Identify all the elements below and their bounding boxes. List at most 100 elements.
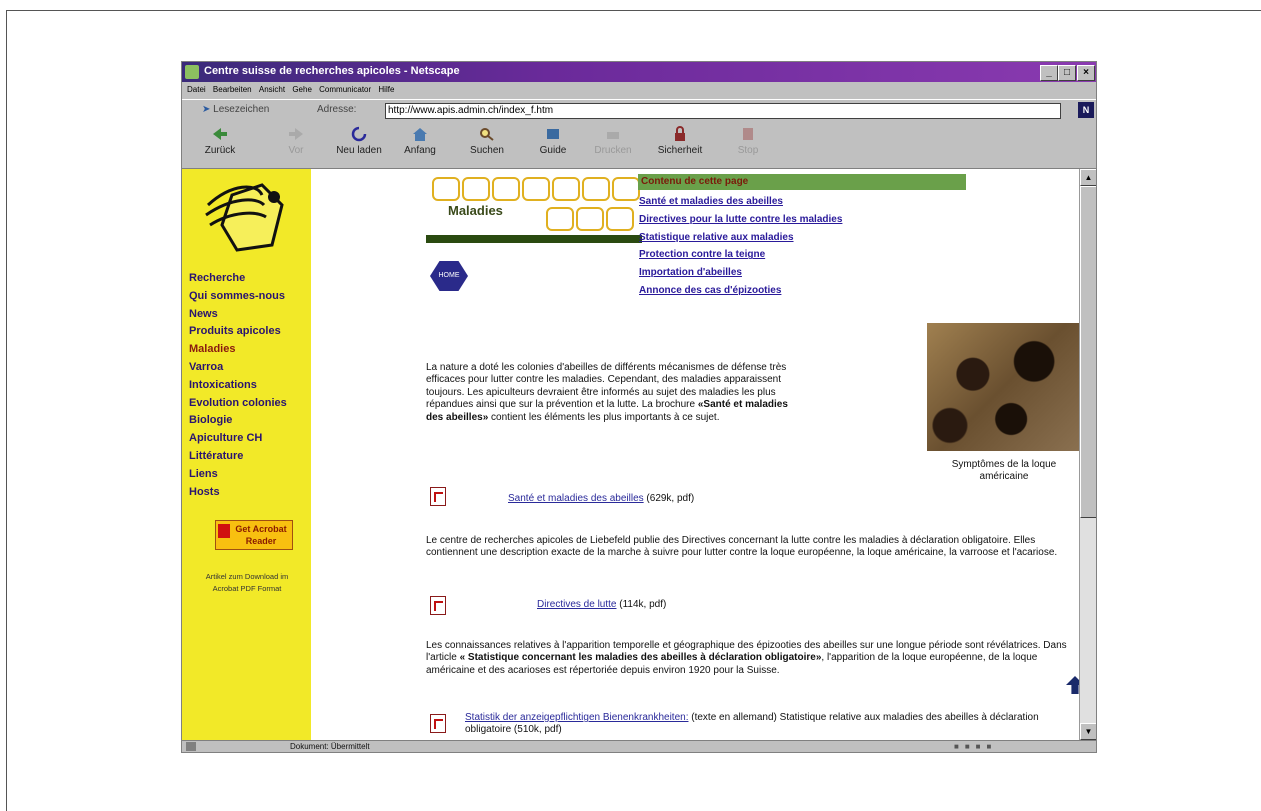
scroll-thumb[interactable] (1080, 186, 1096, 518)
reload-label: Neu laden (336, 145, 382, 156)
download-link-statistik[interactable]: Statistik der anzeigepflichtigen Bienenk… (465, 712, 688, 723)
toc-list: Santé et maladies des abeilles Directive… (639, 193, 842, 300)
download-row-2: Directives de lutte (114k, pdf) (537, 599, 666, 610)
sidebar-item-qui-sommes-nous[interactable]: Qui sommes-nous (189, 288, 287, 306)
reload-button[interactable]: Neu laden (329, 126, 389, 156)
sidebar-nav: Recherche Qui sommes-nous News Produits … (189, 270, 287, 501)
search-icon (480, 128, 494, 141)
pdf-icon[interactable] (430, 487, 446, 506)
minimize-button[interactable]: _ (1040, 65, 1058, 81)
adobe-logo-icon (218, 524, 230, 538)
close-button[interactable]: × (1077, 65, 1095, 81)
banner-title: Maladies (448, 203, 503, 218)
vertical-scrollbar[interactable]: ▲ ▼ (1079, 169, 1096, 740)
honeycomb-decoration (432, 177, 460, 201)
banner-bar (426, 235, 642, 243)
directives-paragraph: Le centre de recherches apicoles de Lieb… (426, 535, 1058, 559)
loque-photo (927, 323, 1079, 451)
toc-link-sante[interactable]: Santé et maladies des abeilles (639, 193, 842, 211)
maladies-banner: Maladies (426, 172, 642, 243)
bookmarks-button[interactable]: ➤ Lesezeichen (202, 104, 269, 115)
menu-bar: Datei Bearbeiten Ansicht Gehe Communicat… (182, 82, 1096, 98)
main-content: Maladies HOME Contenu de cette page Sant… (311, 169, 1079, 740)
toc-link-directives[interactable]: Directives pour la lutte contre les mala… (639, 211, 842, 229)
netscape-app-icon (185, 65, 199, 79)
component-bar-icons[interactable]: ■■■■ (954, 742, 997, 751)
para3-bold: « Statistique concernant les maladies de… (459, 652, 822, 664)
honeycomb-decoration (612, 177, 640, 201)
home-hex-button[interactable]: HOME (430, 261, 468, 291)
print-label: Drucken (594, 145, 632, 156)
security-status-icon[interactable] (186, 742, 196, 751)
scroll-down-button[interactable]: ▼ (1080, 723, 1096, 740)
title-bar[interactable]: Centre suisse de recherches apicoles - N… (182, 62, 1096, 82)
sidebar-item-biologie[interactable]: Biologie (189, 412, 287, 430)
menu-bearbeiten[interactable]: Bearbeiten (213, 85, 252, 94)
sidebar-item-hosts[interactable]: Hosts (189, 484, 287, 502)
security-button[interactable]: Sicherheit (650, 126, 710, 156)
status-bar: Dokument: Übermittelt ■■■■ (182, 740, 1096, 752)
search-label: Suchen (470, 145, 504, 156)
sidebar-item-apiculture-ch[interactable]: Apiculture CH (189, 430, 287, 448)
sidebar-item-intoxications[interactable]: Intoxications (189, 377, 287, 395)
stop-icon (743, 128, 753, 140)
home-button[interactable]: Anfang (390, 126, 450, 156)
guide-button[interactable]: Guide (523, 126, 583, 156)
forward-arrow-icon (289, 128, 303, 140)
honeycomb-decoration (582, 177, 610, 201)
honeycomb-decoration (576, 207, 604, 231)
honeycomb-decoration (462, 177, 490, 201)
search-button[interactable]: Suchen (457, 126, 517, 156)
intro-end: contient les éléments les plus important… (488, 411, 720, 423)
toc-heading: Contenu de cette page (638, 174, 966, 190)
scroll-up-button[interactable]: ▲ (1080, 169, 1096, 186)
address-input[interactable]: http://www.apis.admin.ch/index_f.htm (385, 103, 1061, 119)
menu-ansicht[interactable]: Ansicht (259, 85, 285, 94)
forward-label: Vor (288, 145, 304, 156)
page-content: Recherche Qui sommes-nous News Produits … (182, 169, 1079, 740)
acrobat-note: Artikel zum Download im Acrobat PDF Form… (205, 572, 289, 593)
menu-communicator[interactable]: Communicator (319, 85, 371, 94)
honeycomb-decoration (546, 207, 574, 231)
security-label: Sicherheit (657, 145, 703, 156)
bookmarks-icon: ➤ (202, 104, 211, 115)
print-button[interactable]: Drucken (583, 126, 643, 156)
pdf-icon[interactable] (430, 596, 446, 615)
stop-label: Stop (737, 145, 759, 156)
toc-link-importation[interactable]: Importation d'abeilles (639, 264, 842, 282)
sidebar-item-evolution-colonies[interactable]: Evolution colonies (189, 395, 287, 413)
sidebar-item-maladies[interactable]: Maladies (189, 341, 287, 359)
download-link-sante[interactable]: Santé et maladies des abeilles (508, 493, 644, 504)
address-label: Adresse: (317, 104, 357, 115)
menu-hilfe[interactable]: Hilfe (378, 85, 394, 94)
sidebar-item-litterature[interactable]: Littérature (189, 448, 287, 466)
toc-link-epizooties[interactable]: Annonce des cas d'épizooties (639, 282, 842, 300)
honeycomb-decoration (492, 177, 520, 201)
toc-link-statistique[interactable]: Statistique relative aux maladies (639, 229, 842, 247)
reload-icon (351, 126, 367, 142)
forward-button[interactable]: Vor (266, 126, 326, 156)
browser-window: Centre suisse de recherches apicoles - N… (181, 61, 1097, 753)
bookmarks-label: Lesezeichen (213, 104, 270, 115)
sidebar-item-produits-apicoles[interactable]: Produits apicoles (189, 323, 287, 341)
window-title: Centre suisse de recherches apicoles - N… (204, 65, 460, 77)
get-acrobat-reader-button[interactable]: Get Acrobat Reader (215, 520, 293, 550)
bee-logo-icon (205, 183, 284, 252)
sidebar-item-news[interactable]: News (189, 306, 287, 324)
lock-icon (675, 126, 685, 141)
maximize-button[interactable]: □ (1058, 65, 1076, 81)
sidebar-item-varroa[interactable]: Varroa (189, 359, 287, 377)
photo-caption: Symptômes de la loque américaine (951, 459, 1057, 482)
menu-gehe[interactable]: Gehe (292, 85, 312, 94)
menu-datei[interactable]: Datei (187, 85, 206, 94)
back-button[interactable]: Zurück (190, 126, 250, 156)
netscape-logo-icon[interactable]: N (1078, 102, 1094, 118)
sidebar-item-liens[interactable]: Liens (189, 466, 287, 484)
pdf-icon[interactable] (430, 714, 446, 733)
toc-link-teigne[interactable]: Protection contre la teigne (639, 246, 842, 264)
home-label: Anfang (404, 145, 436, 156)
sidebar-item-recherche[interactable]: Recherche (189, 270, 287, 288)
back-to-top-arrow-icon[interactable] (1066, 676, 1079, 694)
stop-button[interactable]: Stop (718, 126, 778, 156)
download-link-directives[interactable]: Directives de lutte (537, 599, 616, 610)
